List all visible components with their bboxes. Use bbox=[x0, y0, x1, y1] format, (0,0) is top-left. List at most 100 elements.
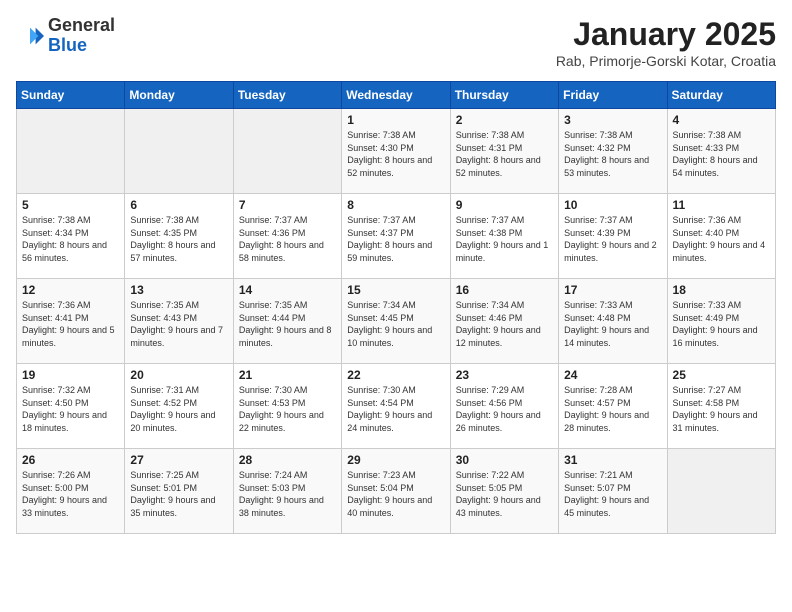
day-number: 7 bbox=[239, 198, 336, 212]
day-number: 22 bbox=[347, 368, 444, 382]
day-info: Sunrise: 7:38 AMSunset: 4:30 PMDaylight:… bbox=[347, 129, 444, 179]
day-info: Sunrise: 7:35 AMSunset: 4:44 PMDaylight:… bbox=[239, 299, 336, 349]
day-info: Sunrise: 7:33 AMSunset: 4:49 PMDaylight:… bbox=[673, 299, 770, 349]
calendar-cell: 5Sunrise: 7:38 AMSunset: 4:34 PMDaylight… bbox=[17, 194, 125, 279]
calendar-cell: 8 Sunrise: 7:37 AMSunset: 4:37 PMDaylight… bbox=[342, 194, 450, 279]
day-number: 11 bbox=[673, 198, 770, 212]
day-of-week-header: Wednesday bbox=[342, 82, 450, 109]
day-of-week-header: Saturday bbox=[667, 82, 775, 109]
calendar-cell: 4Sunrise: 7:38 AMSunset: 4:33 PMDaylight… bbox=[667, 109, 775, 194]
logo-icon bbox=[16, 22, 44, 50]
day-number: 9 bbox=[456, 198, 553, 212]
day-info: Sunrise: 7:37 AMSunset: 4:39 PMDaylight:… bbox=[564, 214, 661, 264]
day-of-week-header: Friday bbox=[559, 82, 667, 109]
day-number: 4 bbox=[673, 113, 770, 127]
calendar-cell: 13 Sunrise: 7:35 AMSunset: 4:43 PMDayligh… bbox=[125, 279, 233, 364]
day-info: Sunrise: 7:36 AMSunset: 4:41 PMDaylight:… bbox=[22, 299, 119, 349]
day-info: Sunrise: 7:23 AMSunset: 5:04 PMDaylight:… bbox=[347, 469, 444, 519]
calendar-cell: 30 Sunrise: 7:22 AMSunset: 5:05 PMDayligh… bbox=[450, 449, 558, 534]
logo-text: General Blue bbox=[48, 16, 115, 56]
day-number: 26 bbox=[22, 453, 119, 467]
calendar-cell: 29 Sunrise: 7:23 AMSunset: 5:04 PMDayligh… bbox=[342, 449, 450, 534]
calendar-cell: 6 Sunrise: 7:38 AMSunset: 4:35 PMDaylight… bbox=[125, 194, 233, 279]
day-number: 6 bbox=[130, 198, 227, 212]
calendar-cell: 23 Sunrise: 7:29 AMSunset: 4:56 PMDayligh… bbox=[450, 364, 558, 449]
calendar-cell: 7 Sunrise: 7:37 AMSunset: 4:36 PMDaylight… bbox=[233, 194, 341, 279]
day-of-week-header: Monday bbox=[125, 82, 233, 109]
calendar-header-row: SundayMondayTuesdayWednesdayThursdayFrid… bbox=[17, 82, 776, 109]
day-number: 13 bbox=[130, 283, 227, 297]
day-number: 17 bbox=[564, 283, 661, 297]
day-info: Sunrise: 7:38 AMSunset: 4:35 PMDaylight:… bbox=[130, 214, 227, 264]
month-title: January 2025 bbox=[556, 16, 776, 53]
calendar-week-row: 12Sunrise: 7:36 AMSunset: 4:41 PMDayligh… bbox=[17, 279, 776, 364]
day-info: Sunrise: 7:37 AMSunset: 4:37 PMDaylight:… bbox=[347, 214, 444, 264]
calendar-cell: 20Sunrise: 7:31 AMSunset: 4:52 PMDayligh… bbox=[125, 364, 233, 449]
day-info: Sunrise: 7:22 AMSunset: 5:05 PMDaylight:… bbox=[456, 469, 553, 519]
day-info: Sunrise: 7:37 AMSunset: 4:38 PMDaylight:… bbox=[456, 214, 553, 264]
day-number: 29 bbox=[347, 453, 444, 467]
calendar-cell: 16Sunrise: 7:34 AMSunset: 4:46 PMDayligh… bbox=[450, 279, 558, 364]
day-info: Sunrise: 7:37 AMSunset: 4:36 PMDaylight:… bbox=[239, 214, 336, 264]
day-info: Sunrise: 7:27 AMSunset: 4:58 PMDaylight:… bbox=[673, 384, 770, 434]
day-number: 5 bbox=[22, 198, 119, 212]
calendar-cell: 3 Sunrise: 7:38 AMSunset: 4:32 PMDaylight… bbox=[559, 109, 667, 194]
day-info: Sunrise: 7:32 AMSunset: 4:50 PMDaylight:… bbox=[22, 384, 119, 434]
calendar-cell bbox=[667, 449, 775, 534]
day-info: Sunrise: 7:25 AMSunset: 5:01 PMDaylight:… bbox=[130, 469, 227, 519]
calendar-cell bbox=[125, 109, 233, 194]
calendar-cell: 28 Sunrise: 7:24 AMSunset: 5:03 PMDayligh… bbox=[233, 449, 341, 534]
calendar-week-row: 19 Sunrise: 7:32 AMSunset: 4:50 PMDayligh… bbox=[17, 364, 776, 449]
calendar-cell: 17 Sunrise: 7:33 AMSunset: 4:48 PMDayligh… bbox=[559, 279, 667, 364]
day-number: 2 bbox=[456, 113, 553, 127]
calendar-week-row: 1Sunrise: 7:38 AMSunset: 4:30 PMDaylight… bbox=[17, 109, 776, 194]
day-number: 30 bbox=[456, 453, 553, 467]
logo: General Blue bbox=[16, 16, 115, 56]
logo-general-text: General bbox=[48, 15, 115, 35]
calendar-cell: 25 Sunrise: 7:27 AMSunset: 4:58 PMDayligh… bbox=[667, 364, 775, 449]
day-info: Sunrise: 7:21 AMSunset: 5:07 PMDaylight:… bbox=[564, 469, 661, 519]
day-number: 25 bbox=[673, 368, 770, 382]
day-number: 21 bbox=[239, 368, 336, 382]
calendar-cell: 11Sunrise: 7:36 AMSunset: 4:40 PMDayligh… bbox=[667, 194, 775, 279]
calendar-cell: 10Sunrise: 7:37 AMSunset: 4:39 PMDayligh… bbox=[559, 194, 667, 279]
day-number: 23 bbox=[456, 368, 553, 382]
day-number: 16 bbox=[456, 283, 553, 297]
calendar-cell: 18Sunrise: 7:33 AMSunset: 4:49 PMDayligh… bbox=[667, 279, 775, 364]
day-number: 28 bbox=[239, 453, 336, 467]
calendar-cell: 12Sunrise: 7:36 AMSunset: 4:41 PMDayligh… bbox=[17, 279, 125, 364]
title-block: January 2025 Rab, Primorje-Gorski Kotar,… bbox=[556, 16, 776, 69]
day-number: 24 bbox=[564, 368, 661, 382]
calendar-cell: 24Sunrise: 7:28 AMSunset: 4:57 PMDayligh… bbox=[559, 364, 667, 449]
calendar-cell: 26 Sunrise: 7:26 AMSunset: 5:00 PMDayligh… bbox=[17, 449, 125, 534]
calendar-cell: 9 Sunrise: 7:37 AMSunset: 4:38 PMDaylight… bbox=[450, 194, 558, 279]
calendar-cell: 15Sunrise: 7:34 AMSunset: 4:45 PMDayligh… bbox=[342, 279, 450, 364]
day-info: Sunrise: 7:30 AMSunset: 4:53 PMDaylight:… bbox=[239, 384, 336, 434]
day-of-week-header: Sunday bbox=[17, 82, 125, 109]
day-info: Sunrise: 7:31 AMSunset: 4:52 PMDaylight:… bbox=[130, 384, 227, 434]
day-number: 19 bbox=[22, 368, 119, 382]
calendar-week-row: 5Sunrise: 7:38 AMSunset: 4:34 PMDaylight… bbox=[17, 194, 776, 279]
day-of-week-header: Thursday bbox=[450, 82, 558, 109]
calendar-table: SundayMondayTuesdayWednesdayThursdayFrid… bbox=[16, 81, 776, 534]
day-number: 15 bbox=[347, 283, 444, 297]
day-info: Sunrise: 7:26 AMSunset: 5:00 PMDaylight:… bbox=[22, 469, 119, 519]
day-info: Sunrise: 7:30 AMSunset: 4:54 PMDaylight:… bbox=[347, 384, 444, 434]
calendar-cell bbox=[233, 109, 341, 194]
day-info: Sunrise: 7:38 AMSunset: 4:32 PMDaylight:… bbox=[564, 129, 661, 179]
location-text: Rab, Primorje-Gorski Kotar, Croatia bbox=[556, 53, 776, 69]
page-header: General Blue January 2025 Rab, Primorje-… bbox=[16, 16, 776, 69]
day-info: Sunrise: 7:33 AMSunset: 4:48 PMDaylight:… bbox=[564, 299, 661, 349]
day-number: 14 bbox=[239, 283, 336, 297]
day-info: Sunrise: 7:24 AMSunset: 5:03 PMDaylight:… bbox=[239, 469, 336, 519]
day-number: 8 bbox=[347, 198, 444, 212]
day-number: 3 bbox=[564, 113, 661, 127]
calendar-cell: 2Sunrise: 7:38 AMSunset: 4:31 PMDaylight… bbox=[450, 109, 558, 194]
calendar-cell: 19 Sunrise: 7:32 AMSunset: 4:50 PMDayligh… bbox=[17, 364, 125, 449]
day-info: Sunrise: 7:29 AMSunset: 4:56 PMDaylight:… bbox=[456, 384, 553, 434]
calendar-cell: 31Sunrise: 7:21 AMSunset: 5:07 PMDayligh… bbox=[559, 449, 667, 534]
calendar-week-row: 26 Sunrise: 7:26 AMSunset: 5:00 PMDayligh… bbox=[17, 449, 776, 534]
calendar-cell: 14 Sunrise: 7:35 AMSunset: 4:44 PMDayligh… bbox=[233, 279, 341, 364]
calendar-cell: 27Sunrise: 7:25 AMSunset: 5:01 PMDayligh… bbox=[125, 449, 233, 534]
day-info: Sunrise: 7:35 AMSunset: 4:43 PMDaylight:… bbox=[130, 299, 227, 349]
